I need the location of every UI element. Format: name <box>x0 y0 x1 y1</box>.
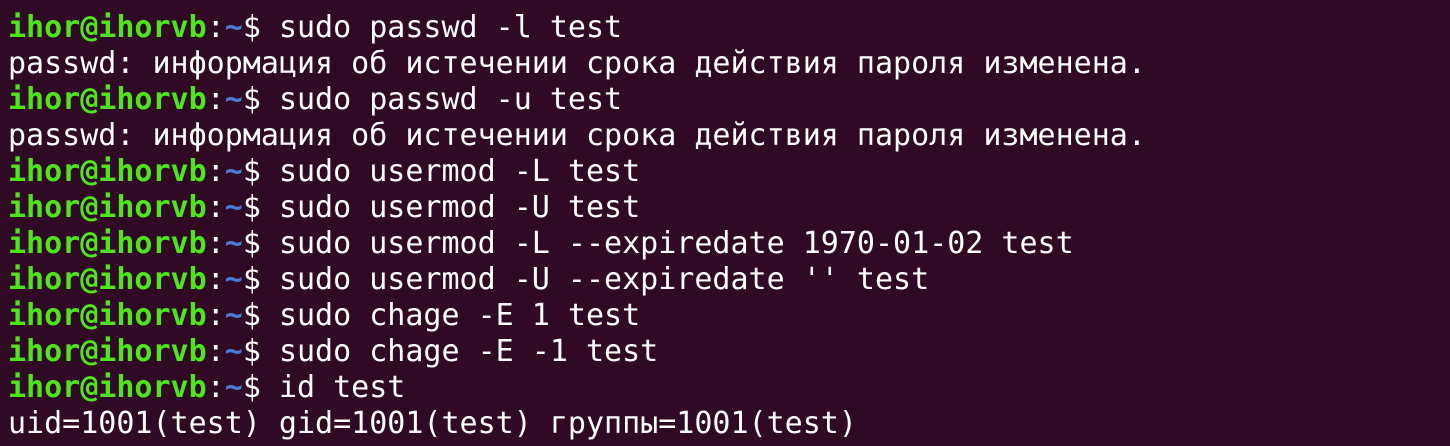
prompt-user-host: ihor@ihorvb <box>8 370 207 405</box>
prompt-path: ~ <box>224 370 243 405</box>
prompt-path: ~ <box>224 10 243 45</box>
prompt-line: ihor@ihorvb:~$ sudo usermod -L --expired… <box>8 226 1450 262</box>
prompt-user-host: ihor@ihorvb <box>8 334 207 369</box>
prompt-user-host: ihor@ihorvb <box>8 154 207 189</box>
prompt-symbol: $ <box>242 190 279 225</box>
prompt-separator: : <box>206 226 225 261</box>
prompt-symbol: $ <box>242 82 279 117</box>
terminal-window[interactable]: ihor@ihorvb:~$ sudo passwd -l test passw… <box>0 0 1450 446</box>
prompt-user-host: ihor@ihorvb <box>8 298 207 333</box>
prompt-path: ~ <box>224 190 243 225</box>
prompt-line: ihor@ihorvb:~$ sudo chage -E 1 test <box>8 298 1450 334</box>
prompt-symbol: $ <box>242 334 279 369</box>
command-text: sudo usermod -U test <box>278 190 641 225</box>
command-text: sudo passwd -l test <box>278 10 623 45</box>
prompt-symbol: $ <box>242 154 279 189</box>
prompt-path: ~ <box>224 298 243 333</box>
prompt-line: ihor@ihorvb:~$ id test <box>8 370 1450 406</box>
command-text: sudo chage -E 1 test <box>278 298 641 333</box>
prompt-path: ~ <box>224 226 243 261</box>
command-text: sudo usermod -U --expiredate '' test <box>278 262 930 297</box>
prompt-line: ihor@ihorvb:~$ sudo passwd -l test <box>8 10 1450 46</box>
prompt-user-host: ihor@ihorvb <box>8 10 207 45</box>
prompt-separator: : <box>206 334 225 369</box>
command-text: id test <box>278 370 406 405</box>
prompt-line: ihor@ihorvb:~$ sudo usermod -U test <box>8 190 1450 226</box>
prompt-line: ihor@ihorvb:~$ sudo passwd -u test <box>8 82 1450 118</box>
command-text: sudo usermod -L test <box>278 154 641 189</box>
prompt-line: ihor@ihorvb:~$ sudo usermod -L test <box>8 154 1450 190</box>
prompt-path: ~ <box>224 154 243 189</box>
prompt-separator: : <box>206 262 225 297</box>
prompt-symbol: $ <box>242 298 279 333</box>
prompt-separator: : <box>206 190 225 225</box>
prompt-separator: : <box>206 10 225 45</box>
prompt-symbol: $ <box>242 226 279 261</box>
command-text: sudo passwd -u test <box>278 82 623 117</box>
command-text: sudo chage -E -1 test <box>278 334 659 369</box>
prompt-separator: : <box>206 298 225 333</box>
output-line: uid=1001(test) gid=1001(test) группы=100… <box>8 406 857 441</box>
output-line: passwd: информация об истечении срока де… <box>8 118 1146 153</box>
command-text: sudo usermod -L --expiredate 1970-01-02 … <box>278 226 1074 261</box>
prompt-path: ~ <box>224 334 243 369</box>
prompt-separator: : <box>206 82 225 117</box>
prompt-user-host: ihor@ihorvb <box>8 262 207 297</box>
prompt-path: ~ <box>224 82 243 117</box>
prompt-path: ~ <box>224 262 243 297</box>
prompt-line: ihor@ihorvb:~$ sudo chage -E -1 test <box>8 334 1450 370</box>
prompt-separator: : <box>206 370 225 405</box>
prompt-separator: : <box>206 154 225 189</box>
prompt-symbol: $ <box>242 10 279 45</box>
prompt-symbol: $ <box>242 262 279 297</box>
prompt-user-host: ihor@ihorvb <box>8 226 207 261</box>
prompt-line: ihor@ihorvb:~$ sudo usermod -U --expired… <box>8 262 1450 298</box>
prompt-user-host: ihor@ihorvb <box>8 82 207 117</box>
output-line: passwd: информация об истечении срока де… <box>8 46 1146 81</box>
prompt-user-host: ihor@ihorvb <box>8 190 207 225</box>
prompt-symbol: $ <box>242 370 279 405</box>
